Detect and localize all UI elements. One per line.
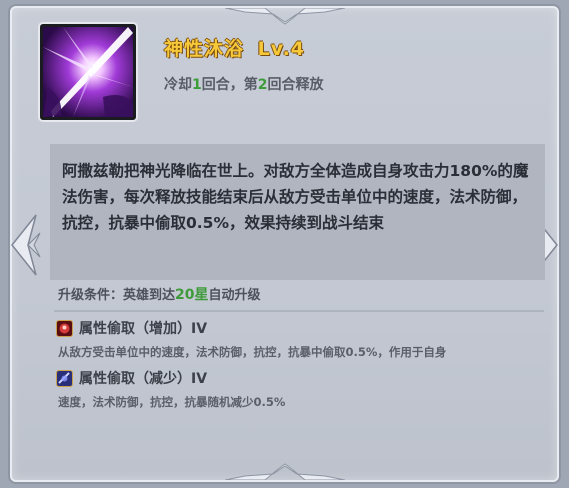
top-ornament <box>224 8 345 25</box>
description-box: 阿撒兹勒把神光降临在世上。对敌方全体造成自身攻击力180%的魔法伤害，每次释放技… <box>50 144 545 280</box>
attribute-title-decrease: 属性偷取（减少）IV <box>79 371 208 387</box>
cooldown-text: 冷却1回合，第2回合释放 <box>164 74 324 94</box>
skill-level: Lv.4 <box>257 38 306 60</box>
cooldown-prefix: 冷却 <box>164 77 192 93</box>
bottom-ornament <box>224 463 345 480</box>
upgrade-text-before: 英雄到达 <box>123 288 176 303</box>
cooldown-mid: 回合，第 <box>201 77 258 93</box>
skill-name: 神性沐浴 <box>164 38 245 60</box>
cooldown-turns: 1 <box>192 77 202 93</box>
skill-title: 神性沐浴 Lv.4 <box>164 34 305 61</box>
upgrade-text-after: 自动升级 <box>208 288 261 303</box>
skill-detail-panel: 神性沐浴 Lv.4 冷却1回合，第2回合释放 阿撒兹勒把神光降临在世上。对敌方全… <box>10 6 559 482</box>
upgrade-label: 升级条件： <box>58 288 124 303</box>
upgrade-stars: 20星 <box>175 287 209 303</box>
attribute-desc-decrease: 速度，法术防御，抗控，抗暴随机减少0.5% <box>58 395 286 409</box>
attribute-title-increase: 属性偷取（增加）IV <box>79 321 208 337</box>
attribute-desc-increase: 从敌方受击单位中的速度，法术防御，抗控，抗暴中偷取0.5%，作用于自身 <box>58 345 447 359</box>
attribute-row-decrease: 属性偷取（减少）IV <box>56 368 207 388</box>
divider <box>54 310 544 312</box>
release-turn: 2 <box>257 77 268 93</box>
steal-decrease-icon <box>56 369 73 387</box>
upgrade-condition: 升级条件：英雄到达20星自动升级 <box>58 284 261 304</box>
divine-light-skill-icon <box>40 24 136 120</box>
previous-arrow-icon[interactable] <box>6 213 42 277</box>
skill-description: 阿撒兹勒把神光降临在世上。对敌方全体造成自身攻击力180%的魔法伤害，每次释放技… <box>62 162 529 232</box>
steal-increase-icon <box>56 319 73 337</box>
cooldown-suffix: 回合释放 <box>267 77 324 93</box>
attribute-row-increase: 属性偷取（增加）IV <box>56 318 207 338</box>
